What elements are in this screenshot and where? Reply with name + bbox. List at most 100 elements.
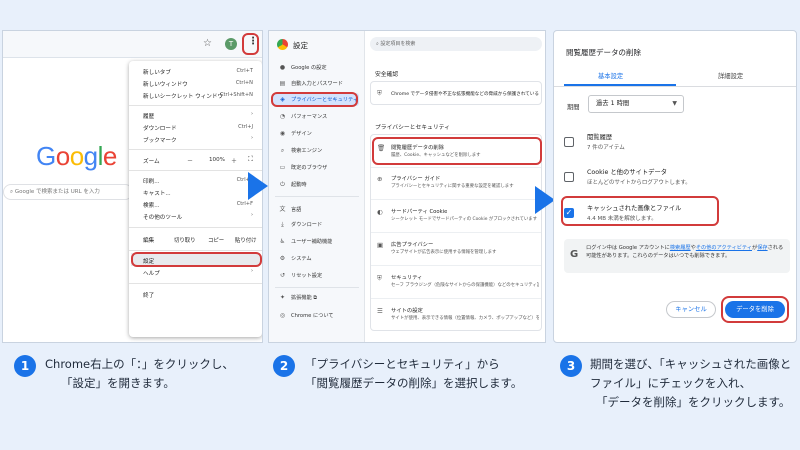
safety-check-text: Chrome でデータ侵害や不正な拡張機能などの脅威から保護されているか: [391, 92, 539, 97]
sidebar-item-search-engine[interactable]: ⌕ 検索エンジン: [279, 147, 322, 155]
safety-check-heading: 安全確認: [375, 72, 399, 78]
chrome-main-menu: 新しいタブ Ctrl+T 新しいウィンドウ Ctrl+N 新しいシークレット ウィン…: [129, 61, 262, 337]
browser-toolbar: ☆ T ⋮: [3, 31, 262, 58]
privacy-item-guide[interactable]: ⊕ プライバシー ガイド プライバシーとセキュリティに関する重要な設定を確認しま…: [371, 167, 541, 199]
cancel-button[interactable]: キャンセル: [666, 301, 716, 318]
notice-text: ログイン中は Google アカウントに検索履歴やその他のアクティビティが保存さ…: [586, 244, 786, 260]
menu-bookmarks[interactable]: ブックマーク: [143, 136, 177, 144]
item-subtitle: セーフ ブラウジング（危険なサイトからの保護機能）などのセキュリティ設定: [391, 283, 539, 288]
search-icon: ⌕: [280, 147, 285, 154]
sidebar-item-extensions[interactable]: ✦ 拡張機能 ⧉: [279, 294, 317, 301]
sidebar-label: ダウンロード: [291, 222, 323, 228]
period-select[interactable]: 過去 1 時間 ▼: [588, 95, 684, 113]
google-search-input[interactable]: ⌕ Google で検索または URL を入力: [3, 184, 133, 200]
privacy-item-cookies[interactable]: ◐ サードパーティ Cookie シークレット モードでサードパーティの Coo…: [371, 199, 541, 232]
highlight-delete-button: [721, 296, 789, 323]
active-tab-indicator: [564, 84, 676, 86]
download-icon: ⤓: [281, 221, 284, 228]
system-icon: ⚙: [279, 255, 286, 262]
sidebar-label: システム: [291, 256, 312, 262]
browser-icon: ▭: [279, 164, 286, 171]
sidebar-item-languages[interactable]: 文言語: [279, 204, 301, 213]
settings-search-input[interactable]: ⌕ 設定項目を検索: [370, 37, 542, 51]
menu-shortcut: Ctrl+T: [236, 68, 253, 74]
sidebar-item-default-browser[interactable]: ▭ 既定のブラウザ: [279, 164, 328, 171]
notice-text-pre: ログイン中は Google アカウントに: [586, 245, 670, 251]
ads-icon: ▣: [377, 241, 384, 249]
sidebar-item-system[interactable]: ⚙ システム: [279, 255, 312, 262]
menu-shortcut: Ctrl+J: [238, 124, 253, 130]
menu-cut[interactable]: 切り取り: [174, 236, 196, 244]
menu-copy[interactable]: コピー: [208, 236, 224, 244]
menu-more-tools[interactable]: その他のツール: [143, 213, 182, 221]
arrow-right-icon: [248, 172, 268, 200]
site-settings-icon: ☰: [377, 307, 383, 315]
step-1-line: Chrome右上の「：」をクリックし、: [45, 357, 234, 371]
highlight-privacy-sidebar: [271, 92, 358, 107]
sidebar-divider: [275, 196, 359, 197]
highlight-more-menu: [242, 33, 259, 55]
menu-divider: [129, 250, 262, 251]
arrow-right-icon: [535, 186, 555, 214]
safety-check-card[interactable]: ⛨ Chrome でデータ侵害や不正な拡張機能などの脅威から保護されているか: [370, 81, 542, 105]
avatar[interactable]: T: [225, 38, 237, 50]
sidebar-item-google[interactable]: ● Google の設定: [279, 64, 327, 71]
sidebar-item-reset[interactable]: ↺ リセット設定: [279, 272, 322, 279]
settings-sidebar: 設定 ● Google の設定 ▤ 自動入力とパスワード ◈ プライバシーとセキュリテ…: [269, 31, 365, 342]
menu-exit[interactable]: 終了: [143, 291, 154, 299]
fullscreen-icon[interactable]: ⛶: [248, 155, 253, 164]
sidebar-item-about[interactable]: ◎ Chrome について: [279, 312, 334, 319]
tab-basic[interactable]: 基本設定: [598, 71, 623, 80]
link-saved[interactable]: 保存: [757, 245, 767, 251]
sidebar-item-accessibility[interactable]: ♿ ユーザー補助機能: [279, 238, 333, 245]
menu-downloads[interactable]: ダウンロード: [143, 124, 177, 132]
zoom-in-button[interactable]: ＋: [231, 156, 237, 165]
menu-help[interactable]: ヘルプ: [143, 269, 160, 277]
zoom-out-button[interactable]: －: [187, 156, 193, 165]
sidebar-label: パフォーマンス: [291, 114, 328, 120]
security-icon: ⛨: [377, 274, 382, 282]
sidebar-item-autofill[interactable]: ▤ 自動入力とパスワード: [279, 80, 343, 87]
item-title: セキュリティ: [391, 275, 423, 281]
sidebar-label: 既定のブラウザ: [291, 165, 328, 171]
menu-new-tab[interactable]: 新しいタブ: [143, 68, 171, 76]
item-subtitle: シークレット モードでサードパーティの Cookie がブロックされています: [391, 217, 538, 222]
period-label: 期間: [567, 104, 580, 111]
search-icon: ⌕: [10, 189, 14, 195]
tab-divider: [554, 86, 796, 87]
star-icon[interactable]: ☆: [203, 38, 212, 49]
menu-cast[interactable]: キャスト...: [143, 189, 171, 197]
logo-letter: o: [69, 141, 84, 171]
chevron-right-icon: ›: [250, 268, 253, 274]
menu-new-incognito[interactable]: 新しいシークレット ウィンドウ: [143, 92, 223, 100]
privacy-item-ads[interactable]: ▣ 広告プライバシー ウェブサイトが広告表示に使用する情報を管理します: [371, 232, 541, 265]
sidebar-label: 起動時: [291, 182, 307, 188]
menu-paste[interactable]: 貼り付け: [235, 236, 257, 244]
power-icon: ⏻: [280, 181, 285, 188]
checkbox-cookies[interactable]: [564, 172, 574, 182]
settings-search-placeholder: 設定項目を検索: [380, 41, 416, 47]
sidebar-item-performance[interactable]: ◔ パフォーマンス: [279, 113, 327, 120]
menu-shortcut: Ctrl+Shift+N: [220, 92, 253, 98]
google-g-icon: G: [570, 249, 579, 260]
performance-icon: ◔: [279, 113, 286, 120]
menu-divider: [129, 149, 262, 150]
tab-advanced[interactable]: 詳細設定: [718, 71, 743, 80]
menu-print[interactable]: 印刷...: [143, 177, 160, 185]
item-subtitle: 7 件のアイテム: [587, 145, 625, 151]
sidebar-item-downloads[interactable]: ⤓ ダウンロード: [279, 221, 322, 229]
sidebar-item-appearance[interactable]: ◉ デザイン: [279, 130, 312, 137]
link-search-history[interactable]: 検索履歴: [670, 245, 691, 251]
autofill-icon: ▤: [279, 80, 286, 87]
item-title: 閲覧履歴: [587, 134, 613, 141]
checkbox-history[interactable]: [564, 137, 574, 147]
menu-find[interactable]: 検索...: [143, 201, 160, 209]
chrome-menu-screenshot: ☆ T ⋮ Google ⌕ Google で検索または URL を入力 新しい…: [2, 30, 263, 343]
link-other-activity[interactable]: その他のアクティビティ: [696, 245, 752, 251]
menu-history[interactable]: 履歴: [143, 112, 154, 120]
privacy-item-security[interactable]: ⛨ セキュリティ セーフ ブラウジング（危険なサイトからの保護機能）などのセキュ…: [371, 265, 541, 298]
sidebar-item-startup[interactable]: ⏻ 起動時: [279, 181, 307, 189]
menu-new-window[interactable]: 新しいウィンドウ: [143, 80, 188, 88]
privacy-item-site-settings[interactable]: ☰ サイトの設定 サイトが使用、表示できる情報（位置情報、カメラ、ポップアップな…: [371, 298, 541, 331]
sidebar-divider: [275, 287, 359, 288]
